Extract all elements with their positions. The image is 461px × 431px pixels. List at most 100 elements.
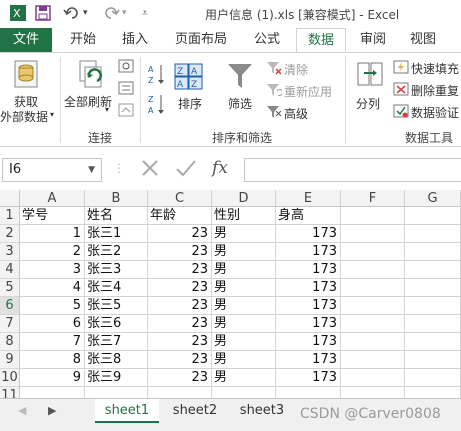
table-cell[interactable]: 张三3 [85, 261, 148, 279]
redo-icon[interactable] [102, 5, 120, 25]
table-cell[interactable]: 张三9 [85, 369, 148, 387]
table-cell[interactable]: 173 [276, 333, 341, 351]
table-cell[interactable]: 学号 [20, 207, 85, 225]
table-cell[interactable]: 1 [20, 225, 85, 243]
row-header[interactable]: 2 [0, 225, 20, 243]
clear-label[interactable]: 清除 [284, 61, 308, 78]
table-cell[interactable] [405, 315, 461, 333]
table-cell[interactable]: 身高 [276, 207, 341, 225]
sort-icon[interactable]: ZAAZ [174, 63, 204, 94]
tab-view[interactable]: 视图 [402, 28, 444, 52]
table-cell[interactable]: 性别 [212, 207, 276, 225]
column-header[interactable]: A [20, 190, 85, 207]
data-validation-icon[interactable] [393, 104, 409, 121]
table-cell[interactable]: 23 [148, 279, 212, 297]
table-cell[interactable] [341, 333, 405, 351]
flash-fill-icon[interactable] [393, 60, 409, 77]
table-cell[interactable]: 173 [276, 225, 341, 243]
table-cell[interactable] [341, 207, 405, 225]
table-cell[interactable]: 8 [20, 351, 85, 369]
table-cell[interactable]: 7 [20, 333, 85, 351]
table-cell[interactable]: 6 [20, 315, 85, 333]
column-header[interactable]: B [85, 190, 148, 207]
sort-label[interactable]: 排序 [178, 95, 202, 112]
table-cell[interactable] [341, 369, 405, 387]
table-cell[interactable]: 173 [276, 297, 341, 315]
redo-dropdown-icon[interactable]: ▾ [122, 8, 127, 18]
table-cell[interactable]: 张三1 [85, 225, 148, 243]
table-cell[interactable]: 男 [212, 315, 276, 333]
table-cell[interactable]: 男 [212, 261, 276, 279]
table-cell[interactable]: 张三2 [85, 243, 148, 261]
tab-formulas[interactable]: 公式 [246, 28, 288, 52]
row-header[interactable]: 4 [0, 261, 20, 279]
table-cell[interactable]: 男 [212, 333, 276, 351]
row-header[interactable]: 3 [0, 243, 20, 261]
table-cell[interactable]: 张三4 [85, 279, 148, 297]
table-cell[interactable]: 张三5 [85, 297, 148, 315]
table-cell[interactable]: 姓名 [85, 207, 148, 225]
column-header[interactable]: F [341, 190, 405, 207]
table-cell[interactable] [341, 243, 405, 261]
table-cell[interactable] [341, 279, 405, 297]
table-cell[interactable]: 2 [20, 243, 85, 261]
table-cell[interactable]: 9 [20, 369, 85, 387]
save-icon[interactable] [35, 5, 51, 25]
table-cell[interactable]: 23 [148, 225, 212, 243]
sheet-tab-sheet2[interactable]: sheet2 [162, 399, 228, 423]
remove-duplicates-label[interactable]: 删除重复 [411, 82, 459, 99]
table-cell[interactable] [341, 315, 405, 333]
table-cell[interactable] [405, 351, 461, 369]
sheet-tab-sheet1[interactable]: sheet1 [95, 399, 159, 423]
table-cell[interactable]: 张三6 [85, 315, 148, 333]
refresh-all-icon[interactable] [76, 59, 108, 94]
table-cell[interactable] [405, 207, 461, 225]
table-cell[interactable]: 男 [212, 243, 276, 261]
table-cell[interactable]: 173 [276, 279, 341, 297]
column-header[interactable]: E [276, 190, 341, 207]
get-external-data-icon[interactable] [12, 59, 42, 92]
sheet-tab-sheet3[interactable]: sheet3 [230, 399, 294, 423]
table-cell[interactable]: 年龄 [148, 207, 212, 225]
undo-dropdown-icon[interactable]: ▾ [83, 8, 88, 18]
table-cell[interactable] [405, 279, 461, 297]
table-cell[interactable]: 23 [148, 261, 212, 279]
table-cell[interactable]: 23 [148, 297, 212, 315]
insert-function-icon[interactable]: fx [212, 158, 228, 178]
flash-fill-label[interactable]: 快速填充 [411, 60, 459, 77]
row-header[interactable]: 7 [0, 315, 20, 333]
table-cell[interactable]: 173 [276, 369, 341, 387]
row-header[interactable]: 1 [0, 207, 20, 225]
row-header[interactable]: 9 [0, 351, 20, 369]
connections-icon[interactable] [118, 59, 134, 76]
table-cell[interactable] [405, 297, 461, 315]
sort-descending-icon[interactable]: ZA [148, 93, 166, 118]
edit-links-icon[interactable] [118, 103, 134, 120]
row-header[interactable]: 10 [0, 369, 20, 387]
filter-icon[interactable] [226, 61, 254, 94]
table-cell[interactable]: 23 [148, 333, 212, 351]
customize-icon[interactable]: ⩡ [142, 8, 148, 19]
scroll-left-icon[interactable]: ◀ [18, 404, 26, 417]
remove-duplicates-icon[interactable] [393, 82, 409, 99]
text-to-columns-icon[interactable] [356, 59, 384, 92]
cancel-icon[interactable] [140, 157, 160, 182]
table-cell[interactable] [405, 369, 461, 387]
table-cell[interactable]: 23 [148, 351, 212, 369]
table-cell[interactable]: 男 [212, 351, 276, 369]
table-cell[interactable] [405, 243, 461, 261]
advanced-label[interactable]: 高级 [284, 105, 308, 122]
reapply-icon[interactable] [266, 83, 284, 100]
tab-data[interactable]: 数据 [296, 28, 346, 53]
column-header[interactable]: G [405, 190, 461, 207]
table-cell[interactable]: 4 [20, 279, 85, 297]
sort-ascending-icon[interactable]: AZ [148, 63, 166, 88]
table-cell[interactable]: 张三8 [85, 351, 148, 369]
table-cell[interactable] [405, 225, 461, 243]
properties-icon[interactable] [118, 81, 134, 98]
scroll-right-icon[interactable]: ▶ [48, 404, 56, 417]
column-header[interactable]: C [148, 190, 212, 207]
text-to-columns-label[interactable]: 分列 [356, 95, 380, 112]
row-header[interactable]: 5 [0, 279, 20, 297]
select-all-corner[interactable] [0, 190, 20, 207]
